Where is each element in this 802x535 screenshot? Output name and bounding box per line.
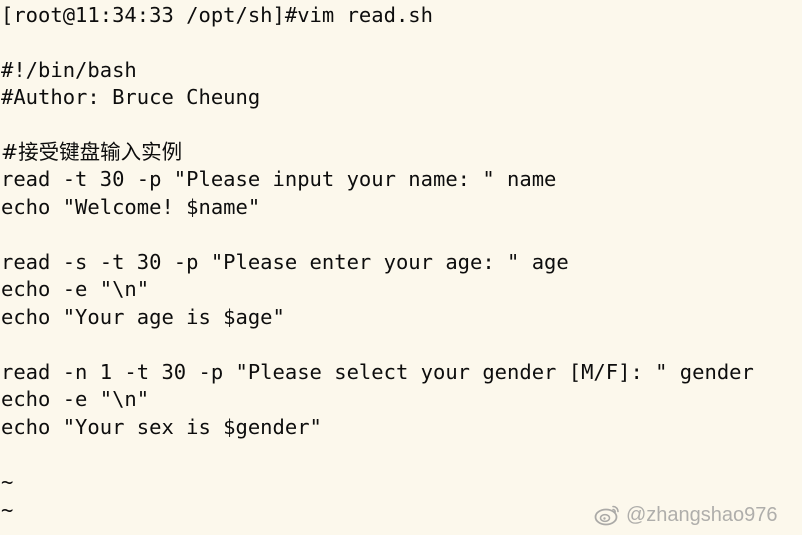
shell-prompt-line: [root@11:34:33 /opt/sh]#vim read.sh: [1, 3, 433, 27]
code-line-comment: #接受键盘输入实例: [1, 140, 183, 164]
vim-empty-line-marker: ~: [1, 498, 14, 522]
weibo-icon: [594, 505, 619, 526]
code-line-echo-newline-1: echo -e "\n": [1, 277, 150, 301]
code-line-shebang: #!/bin/bash: [1, 58, 137, 82]
code-line-echo-age: echo "Your age is $age": [1, 305, 285, 329]
vim-empty-line-marker: ~: [1, 470, 14, 494]
watermark-text: @zhangshao976: [626, 503, 778, 526]
code-line-read-gender: read -n 1 -t 30 -p "Please select your g…: [1, 360, 754, 384]
terminal-window[interactable]: [root@11:34:33 /opt/sh]#vim read.sh #!/b…: [0, 0, 802, 535]
code-line-read-age: read -s -t 30 -p "Please enter your age:…: [1, 250, 569, 274]
code-line-echo-welcome: echo "Welcome! $name": [1, 195, 261, 219]
watermark: @zhangshao976: [594, 500, 778, 530]
code-line-author: #Author: Bruce Cheung: [1, 85, 261, 109]
code-line-read-name: read -t 30 -p "Please input your name: "…: [1, 167, 557, 191]
code-line-echo-newline-2: echo -e "\n": [1, 387, 150, 411]
code-line-echo-sex: echo "Your sex is $gender": [1, 415, 322, 439]
